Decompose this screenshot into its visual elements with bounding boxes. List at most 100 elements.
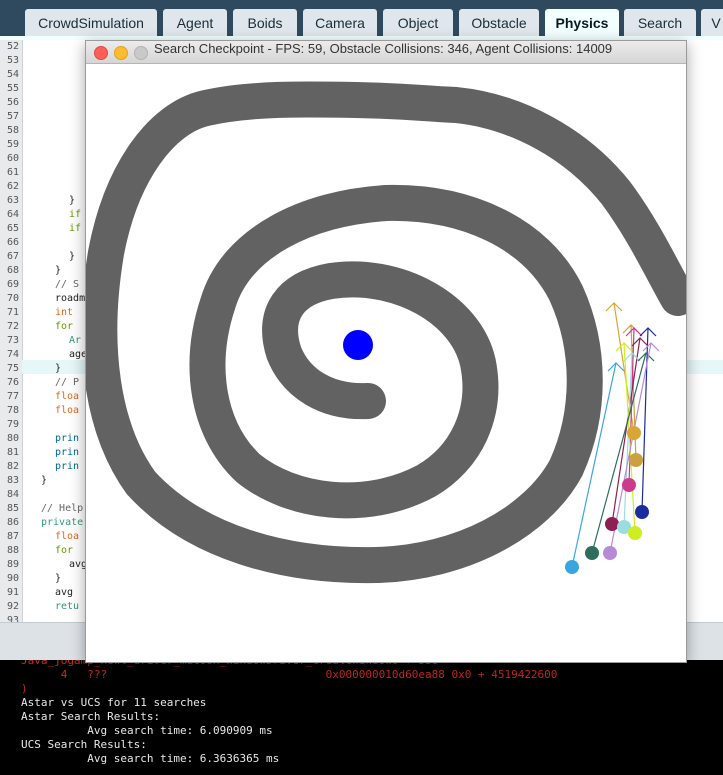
agent <box>622 478 636 492</box>
code-fragment: } <box>41 475 48 486</box>
line-number: 57 <box>6 111 19 122</box>
line-number: 90 <box>6 573 19 584</box>
line-number: 70 <box>6 293 19 304</box>
code-fragment: } <box>55 363 62 374</box>
goal-checkpoint <box>343 330 373 360</box>
line-number: 55 <box>6 83 19 94</box>
line-number: 84 <box>6 489 19 500</box>
line-number: 69 <box>6 279 19 290</box>
console-line: 4 ??? 0x000000010d60ea88 0x0 + 451942260… <box>21 668 558 681</box>
line-number: 88 <box>6 545 19 556</box>
code-fragment: Ar <box>69 335 82 346</box>
agent <box>635 505 649 519</box>
line-number: 74 <box>6 349 19 360</box>
console-output[interactable]: Java_jogamp_newt_driver_macosx_WindowDri… <box>0 660 723 775</box>
line-number: 52 <box>6 41 19 52</box>
console-line: Astar Search Results: <box>21 710 161 723</box>
minimize-window-button[interactable] <box>114 46 128 60</box>
line-number: 77 <box>6 391 19 402</box>
code-fragment: } <box>55 573 62 584</box>
line-number: 93 <box>6 615 19 622</box>
line-number: 62 <box>6 181 19 192</box>
line-number: 60 <box>6 153 19 164</box>
code-fragment: private <box>41 517 84 528</box>
tab-search[interactable]: Search <box>624 9 696 36</box>
line-number: 76 <box>6 377 19 388</box>
line-number: 68 <box>6 265 19 276</box>
code-fragment: // P <box>55 377 80 388</box>
code-fragment: } <box>55 265 62 276</box>
agent <box>565 560 579 574</box>
code-fragment: prin <box>55 461 80 472</box>
line-number: 79 <box>6 419 19 430</box>
tab-bar: CrowdSimulation Agent Boids Camera Object Obs… <box>0 0 723 40</box>
agent <box>627 426 641 440</box>
tab-crowdsimulation[interactable]: CrowdSimulation <box>25 9 157 36</box>
line-number: 89 <box>6 559 19 570</box>
tab-obstacle[interactable]: Obstacle <box>459 9 539 36</box>
line-number: 86 <box>6 517 19 528</box>
console-line: UCS Search Results: <box>21 738 147 751</box>
line-number: 56 <box>6 97 19 108</box>
line-number: 67 <box>6 251 19 262</box>
agent <box>605 517 619 531</box>
code-fragment: floa <box>55 391 80 402</box>
code-fragment: prin <box>55 447 80 458</box>
agent <box>628 526 642 540</box>
console-line: Avg search time: 6.3636365 ms <box>21 752 280 765</box>
line-number: 78 <box>6 405 19 416</box>
line-number: 83 <box>6 475 19 486</box>
code-fragment: if <box>69 223 82 234</box>
simulation-canvas[interactable] <box>86 63 686 662</box>
line-number: 65 <box>6 223 19 234</box>
console-line: ) <box>21 682 28 695</box>
line-number: 64 <box>6 209 19 220</box>
agent <box>629 453 643 467</box>
tab-agent[interactable]: Agent <box>163 9 227 36</box>
line-number: 59 <box>6 139 19 150</box>
line-number: 71 <box>6 307 19 318</box>
agent <box>585 546 599 560</box>
tab-v[interactable]: V <box>701 9 723 36</box>
code-fragment: for <box>55 321 74 332</box>
code-fragment: for <box>55 545 74 556</box>
tab-object[interactable]: Object <box>383 9 453 36</box>
tab-physics[interactable]: Physics <box>545 9 619 36</box>
line-number: 63 <box>6 195 19 206</box>
code-fragment: if <box>69 209 82 220</box>
line-number: 82 <box>6 461 19 472</box>
console-line: Avg search time: 6.090909 ms <box>21 724 273 737</box>
console-line: Astar vs UCS for 11 searches <box>21 696 207 709</box>
code-fragment: int <box>55 307 74 318</box>
tab-camera[interactable]: Camera <box>303 9 377 36</box>
line-number: 53 <box>6 55 19 66</box>
code-fragment: roadm <box>55 293 86 304</box>
code-fragment: retu <box>55 601 80 612</box>
line-number: 61 <box>6 167 19 178</box>
line-number: 91 <box>6 587 19 598</box>
line-number: 81 <box>6 447 19 458</box>
agent <box>603 546 617 560</box>
line-number-gutter: 52 53 54 55 56 57 58 59 60 61 62 63 64 65 66 67 68 69 70 71… <box>0 40 23 622</box>
line-number: 80 <box>6 433 19 444</box>
code-fragment: floa <box>55 531 80 542</box>
zoom-window-button[interactable] <box>134 46 148 60</box>
line-number: 54 <box>6 69 19 80</box>
code-fragment: avg <box>55 587 74 598</box>
obstacle-spiral-path <box>86 81 686 584</box>
tab-boids[interactable]: Boids <box>233 9 297 36</box>
close-window-button[interactable] <box>94 46 108 60</box>
line-number: 75 <box>6 363 19 374</box>
sketch-window[interactable]: Search Checkpoint - FPS: 59, Obstacle Co… <box>85 40 687 663</box>
code-fragment: // S <box>55 279 80 290</box>
line-number: 72 <box>6 321 19 332</box>
line-number: 92 <box>6 601 19 612</box>
line-number: 87 <box>6 531 19 542</box>
code-fragment: floa <box>55 405 80 416</box>
code-fragment: } <box>69 195 76 206</box>
code-fragment: } <box>69 251 76 262</box>
code-fragment: prin <box>55 433 80 444</box>
line-number: 85 <box>6 503 19 514</box>
code-fragment: // Help <box>41 503 84 514</box>
sketch-title-bar[interactable]: Search Checkpoint - FPS: 59, Obstacle Co… <box>86 41 686 64</box>
